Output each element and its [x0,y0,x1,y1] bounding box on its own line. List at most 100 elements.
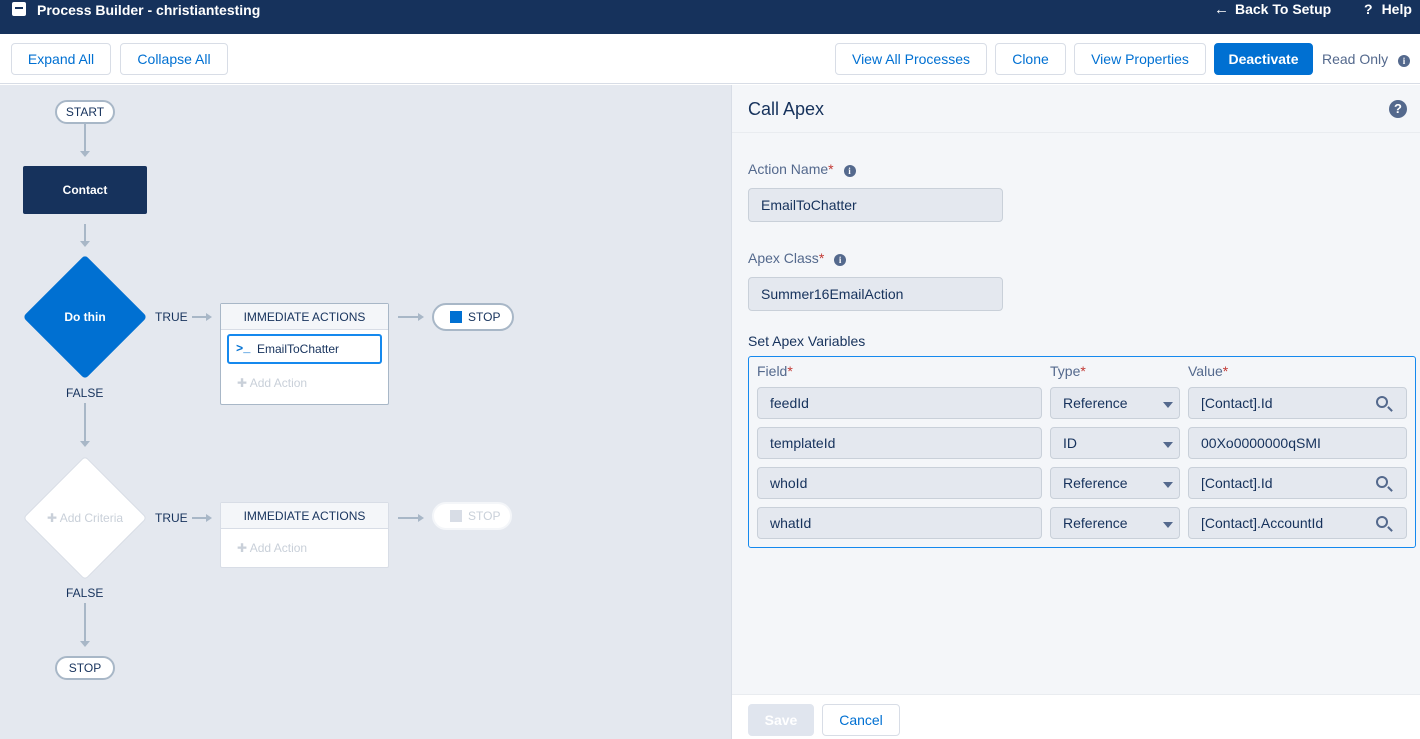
variable-value: [Contact].Id [1201,395,1273,411]
add-criteria-text: Add Criteria [59,511,124,525]
add-criteria-label: ✚ Add Criteria [46,511,124,525]
add-action-label: Add Action [249,376,308,390]
apex-icon: >_ [236,342,251,356]
variable-type-value: ID [1063,435,1077,451]
app-title: Process Builder - christiantesting [37,2,261,18]
view-all-processes-button[interactable]: View All Processes [835,43,987,75]
arrow-left-icon: ← [1214,1,1229,18]
info-icon[interactable]: i [1398,55,1411,67]
required-marker: * [1080,363,1086,379]
stop-node-1: STOP [432,303,514,331]
false-label-2: FALSE [66,586,104,600]
type-column-header: Type* [1050,363,1086,379]
info-icon[interactable]: i [843,165,856,177]
back-to-setup-label: Back To Setup [1235,1,1332,17]
stop-square-icon [450,311,462,323]
variable-value: 00Xo0000000qSMI [1201,435,1321,451]
immediate-actions-group: IMMEDIATE ACTIONS >_ EmailToChatter ✚ Ad… [220,303,389,405]
type-column-label: Type [1050,363,1081,379]
variable-type-value: Reference [1063,515,1128,531]
variable-value-field[interactable]: [Contact].Id [1188,387,1407,419]
panel-header: Call Apex ? [732,85,1420,133]
set-apex-variables-label: Set Apex Variables [748,333,866,349]
action-name-label: Action Name* i [748,161,856,177]
variable-field[interactable]: whatId [757,507,1042,539]
value-column-label: Value [1188,363,1223,379]
stop-node-2: STOP [432,502,512,530]
view-properties-button[interactable]: View Properties [1074,43,1206,75]
variable-value: [Contact].AccountId [1201,515,1324,531]
add-action-link[interactable]: ✚ Add Action [237,376,307,390]
variable-value: [Contact].Id [1201,475,1273,491]
help-link[interactable]: ? Help [1364,1,1412,17]
apex-class-field[interactable]: Summer16EmailAction [748,277,1003,311]
cancel-button[interactable]: Cancel [822,704,900,736]
process-builder-icon [12,2,26,16]
toolbar: Expand All Collapse All View All Process… [0,34,1420,84]
true-label-2: TRUE [155,511,188,525]
variable-field[interactable]: whoId [757,467,1042,499]
action-properties-panel: Call Apex ? Action Name* i EmailToChatte… [731,85,1420,739]
dropdown-caret-icon [1163,442,1173,448]
dropdown-caret-icon [1163,482,1173,488]
action-item-label: EmailToChatter [257,342,340,356]
panel-body: Action Name* i EmailToChatter Apex Class… [732,134,1420,694]
value-column-header: Value* [1188,363,1228,379]
process-canvas: START Contact Do thin TRUE FALSE IMMEDIA… [0,85,731,739]
criteria-1-label: Do thin [64,310,106,324]
field-column-label: Field [757,363,788,379]
search-icon[interactable] [1376,516,1388,528]
end-stop-node: STOP [55,656,115,680]
action-name-field[interactable]: EmailToChatter [748,188,1003,222]
false-label: FALSE [66,386,104,400]
variable-field[interactable]: templateId [757,427,1042,459]
variable-type-select[interactable]: Reference [1050,507,1180,539]
object-node[interactable]: Contact [23,166,147,214]
save-button[interactable]: Save [748,704,814,736]
apex-class-label: Apex Class* i [748,250,847,266]
add-action-link-2[interactable]: ✚ Add Action [237,541,307,555]
action-item-email-to-chatter[interactable]: >_ EmailToChatter [227,334,382,364]
stop-label: STOP [468,310,501,324]
collapse-all-button[interactable]: Collapse All [120,43,228,75]
required-marker: * [1222,363,1229,379]
variable-value-field[interactable]: 00Xo0000000qSMI [1188,427,1407,459]
variable-type-select[interactable]: Reference [1050,467,1180,499]
variable-value-field[interactable]: [Contact].Id [1188,467,1407,499]
variable-value-field[interactable]: [Contact].AccountId [1188,507,1407,539]
read-only-label: Read Only [1322,51,1389,67]
immediate-actions-header: IMMEDIATE ACTIONS [221,304,388,330]
required-marker: * [787,363,793,379]
variable-type-value: Reference [1063,395,1128,411]
field-column-header: Field* [757,363,793,379]
expand-all-button[interactable]: Expand All [11,43,111,75]
apex-variables-table: Field* Type* Value* feedId Reference [Co… [748,356,1416,548]
dropdown-caret-icon [1163,402,1173,408]
panel-title: Call Apex [748,99,825,119]
help-icon: ? [1364,1,1373,17]
action-name-label-text: Action Name [748,161,829,177]
dropdown-caret-icon [1163,522,1173,528]
required-marker: * [818,250,825,266]
variable-field[interactable]: feedId [757,387,1042,419]
back-to-setup-link[interactable]: ← Back To Setup [1214,1,1331,18]
variable-type-select[interactable]: Reference [1050,387,1180,419]
required-marker: * [828,161,834,177]
clone-button[interactable]: Clone [995,43,1066,75]
immediate-actions-header-2: IMMEDIATE ACTIONS [221,503,388,529]
deactivate-button[interactable]: Deactivate [1214,43,1313,75]
info-icon[interactable]: i [834,254,847,266]
search-icon[interactable] [1376,476,1388,488]
apex-class-label-text: Apex Class [748,250,819,266]
true-label: TRUE [155,310,188,324]
immediate-actions-group-2: IMMEDIATE ACTIONS ✚ Add Action [220,502,389,568]
search-icon[interactable] [1376,396,1388,408]
stop-label-2: STOP [468,509,501,523]
start-node: START [55,100,115,124]
add-action-label-2: Add Action [249,541,308,555]
app-header: Process Builder - christiantesting ← Back… [0,0,1420,34]
variable-type-select[interactable]: ID [1050,427,1180,459]
read-only-status: Read Only i [1322,51,1411,67]
help-icon[interactable]: ? [1389,100,1407,118]
panel-footer: Save Cancel [732,694,1420,739]
